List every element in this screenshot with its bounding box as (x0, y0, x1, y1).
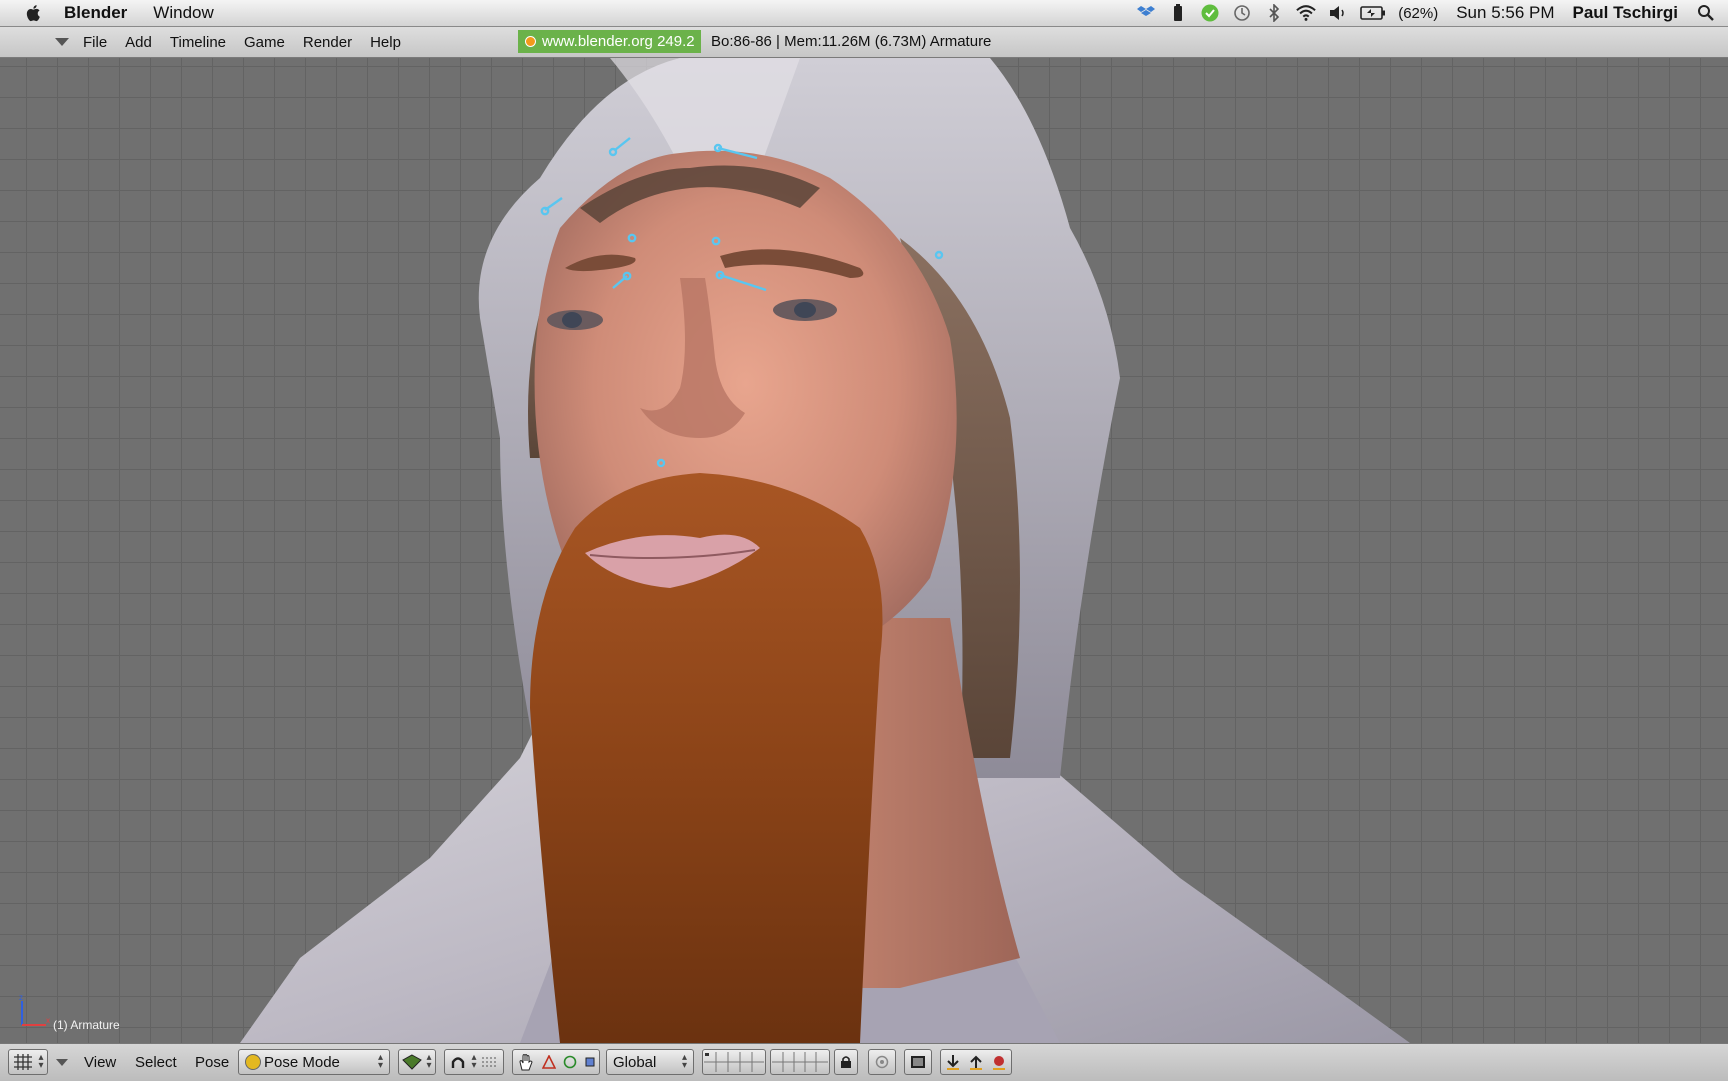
translate-icon[interactable] (541, 1055, 556, 1069)
svg-text:z: z (19, 993, 23, 1002)
menu-window[interactable]: Window (153, 3, 213, 23)
menu-timeline[interactable]: Timeline (170, 34, 226, 51)
render-preview-button[interactable] (904, 1049, 932, 1075)
copy-pose-icon[interactable] (944, 1053, 962, 1071)
scene-render (240, 58, 1410, 1043)
scene-stats: Bo:86-86 | Mem:11.26M (6.73M) Armature (711, 33, 992, 50)
menu-pose[interactable]: Pose (195, 1054, 229, 1071)
menu-help[interactable]: Help (370, 34, 401, 51)
proportional-icon (875, 1055, 889, 1069)
pivot-icon (452, 1057, 465, 1068)
layers-icon (704, 1052, 764, 1072)
snap-icon (481, 1057, 498, 1067)
view3d-header: ▴ ▾ View Select Pose Pose Mode ▴ ▾ ▴ ▾ ▴ ▾ G… (0, 1043, 1728, 1081)
website-badge[interactable]: www.blender.org 249.2 (518, 30, 701, 53)
manipulator-buttons[interactable] (512, 1049, 600, 1075)
wifi-icon[interactable] (1296, 4, 1316, 22)
menu-select[interactable]: Select (135, 1054, 177, 1071)
spotlight-icon[interactable] (1696, 4, 1716, 22)
website-text: www.blender.org 249.2 (542, 33, 695, 50)
menu-add[interactable]: Add (125, 34, 152, 51)
blender-info-header: File Add Timeline Game Render Help www.b… (0, 27, 1728, 58)
pivot-select[interactable]: ▴ ▾ (444, 1049, 504, 1075)
evernote-icon[interactable] (1200, 4, 1220, 22)
orientation-label: Global (613, 1053, 657, 1071)
blender-logo-icon (525, 36, 536, 47)
header-collapse-icon[interactable] (55, 38, 69, 46)
solid-draw-icon (402, 1054, 423, 1070)
3d-viewport[interactable]: z x (1) Armature (0, 58, 1728, 1043)
editor-type-button[interactable]: ▴ ▾ (8, 1049, 48, 1075)
mode-select[interactable]: Pose Mode ▴ ▾ (238, 1049, 390, 1075)
axis-gizmo-icon: z x (19, 993, 50, 1026)
battery-status-icon[interactable] (1360, 4, 1386, 22)
layer-buttons-a[interactable] (702, 1049, 766, 1075)
hand-icon[interactable] (517, 1053, 535, 1071)
draw-type-button[interactable]: ▴ ▾ (398, 1049, 436, 1075)
rotate-icon[interactable] (563, 1055, 577, 1069)
mac-menubar: Blender Window (62%) Sun 5:56 PM Paul Ts… (0, 0, 1728, 27)
lock-icon (841, 1056, 851, 1068)
menu-view[interactable]: View (84, 1054, 116, 1071)
orientation-select[interactable]: Global ▴ ▾ (606, 1049, 694, 1075)
menu-file[interactable]: File (83, 34, 107, 51)
lock-layers-button[interactable] (834, 1049, 858, 1075)
layer-buttons-b[interactable] (770, 1049, 830, 1075)
battery-icon[interactable] (1168, 4, 1188, 22)
keyframe-buttons[interactable] (940, 1049, 1012, 1075)
time-machine-icon[interactable] (1232, 4, 1252, 22)
menu-render[interactable]: Render (303, 34, 352, 51)
mode-label: Pose Mode (264, 1053, 340, 1071)
header-collapse-icon[interactable] (56, 1059, 68, 1066)
battery-percent: (62%) (1398, 4, 1439, 22)
clock[interactable]: Sun 5:56 PM (1456, 3, 1554, 23)
layers-icon (772, 1052, 828, 1072)
user-name[interactable]: Paul Tschirgi (1573, 3, 1679, 23)
proportional-edit-button[interactable] (868, 1049, 896, 1075)
paste-pose-icon[interactable] (967, 1053, 985, 1071)
active-object-label: (1) Armature (53, 1018, 120, 1032)
app-name[interactable]: Blender (64, 3, 127, 23)
svg-text:x: x (46, 1016, 50, 1025)
volume-icon[interactable] (1328, 4, 1348, 22)
bluetooth-icon[interactable] (1264, 4, 1284, 22)
grid-icon (14, 1054, 33, 1070)
dropbox-icon[interactable] (1136, 4, 1156, 22)
apple-icon[interactable] (22, 3, 46, 23)
menu-game[interactable]: Game (244, 34, 285, 51)
pose-mode-icon (245, 1054, 261, 1070)
render-icon (911, 1056, 925, 1068)
paste-flipped-icon[interactable] (990, 1053, 1008, 1071)
scale-icon[interactable] (584, 1056, 596, 1068)
